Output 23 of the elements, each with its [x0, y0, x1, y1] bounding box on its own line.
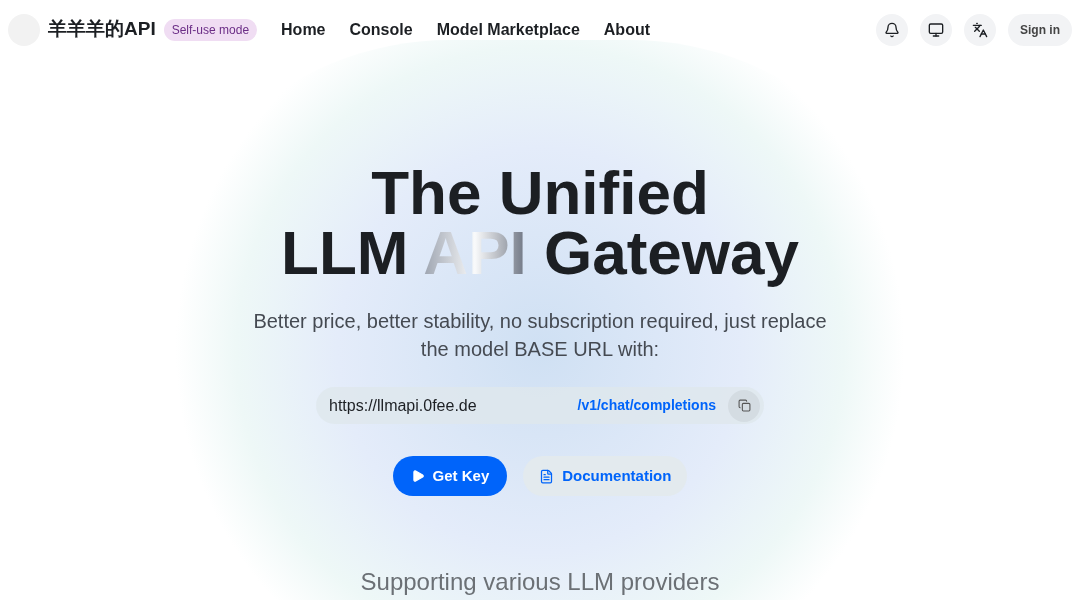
language-button[interactable] — [964, 13, 996, 46]
nav-link[interactable]: Home — [281, 17, 326, 42]
translate-icon — [972, 21, 988, 38]
sign-in-button[interactable]: Sign in — [1008, 13, 1072, 46]
copy-icon — [737, 399, 751, 413]
nav-link[interactable]: Console — [349, 17, 413, 42]
notifications-button[interactable] — [876, 13, 908, 46]
document-icon — [539, 468, 555, 484]
hero-subtitle: Better price, better stability, no subscription required, just replace the model BASE URL with: — [252, 309, 828, 363]
documentation-button[interactable]: Documentation — [523, 456, 688, 496]
bell-icon — [884, 21, 900, 38]
get-key-button[interactable]: Get Key — [392, 456, 508, 496]
play-icon — [410, 469, 425, 483]
brand-name: 羊羊羊的API — [48, 17, 156, 42]
monitor-icon — [928, 21, 944, 38]
endpoint-path: /v1/chat/completions — [577, 396, 716, 416]
copy-button[interactable] — [728, 389, 760, 422]
providers-heading: Supporting various LLM providers — [360, 567, 720, 597]
nav-link[interactable]: About — [603, 17, 650, 42]
mode-badge: Self-use mode — [163, 18, 258, 41]
monitor-button[interactable] — [920, 13, 952, 46]
base-url: https://llmapi.0fee.de — [329, 395, 477, 416]
nav-link[interactable]: Model Marketplace — [436, 17, 580, 42]
